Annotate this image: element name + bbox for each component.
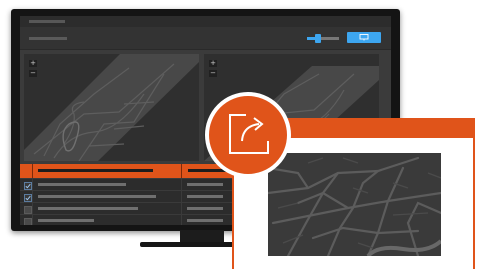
display-button[interactable] <box>347 32 381 43</box>
cell-placeholder <box>187 195 223 198</box>
monitor-icon <box>359 34 369 41</box>
cell-placeholder <box>38 183 126 186</box>
cell-placeholder <box>38 195 156 198</box>
zoom-out-button[interactable]: − <box>29 70 37 77</box>
zoom-slider[interactable] <box>307 34 339 43</box>
cell-divider <box>32 215 33 225</box>
map-graphic <box>268 156 441 256</box>
zoom-out-button[interactable]: − <box>209 70 217 77</box>
cell-divider <box>181 215 182 225</box>
zoom-in-button[interactable]: + <box>209 60 217 67</box>
row-checkbox[interactable] <box>24 194 32 202</box>
slider-thumb[interactable] <box>315 34 322 43</box>
header-divider <box>181 164 182 178</box>
cell-placeholder <box>187 183 223 186</box>
row-checkbox[interactable] <box>24 206 32 214</box>
checkmark-icon <box>25 195 31 201</box>
cell-placeholder <box>38 219 94 222</box>
zoom-in-button[interactable]: + <box>29 60 37 67</box>
title-placeholder <box>29 20 65 23</box>
row-checkbox[interactable] <box>24 218 32 225</box>
toolbar <box>20 27 391 50</box>
popout-map[interactable] <box>268 153 441 256</box>
header-divider <box>32 164 33 178</box>
title-bar <box>20 16 391 27</box>
open-in-new-window-icon <box>229 114 269 154</box>
map-pane-left[interactable]: + − <box>24 54 199 161</box>
map-graphic <box>24 54 199 161</box>
toolbar-title-placeholder <box>29 37 67 40</box>
cell-placeholder <box>187 219 223 222</box>
popout-button[interactable] <box>205 92 291 178</box>
column-header-placeholder[interactable] <box>38 169 153 172</box>
cell-placeholder <box>187 207 223 210</box>
row-checkbox[interactable] <box>24 182 32 190</box>
checkmark-icon <box>25 183 31 189</box>
cell-placeholder <box>38 207 138 210</box>
